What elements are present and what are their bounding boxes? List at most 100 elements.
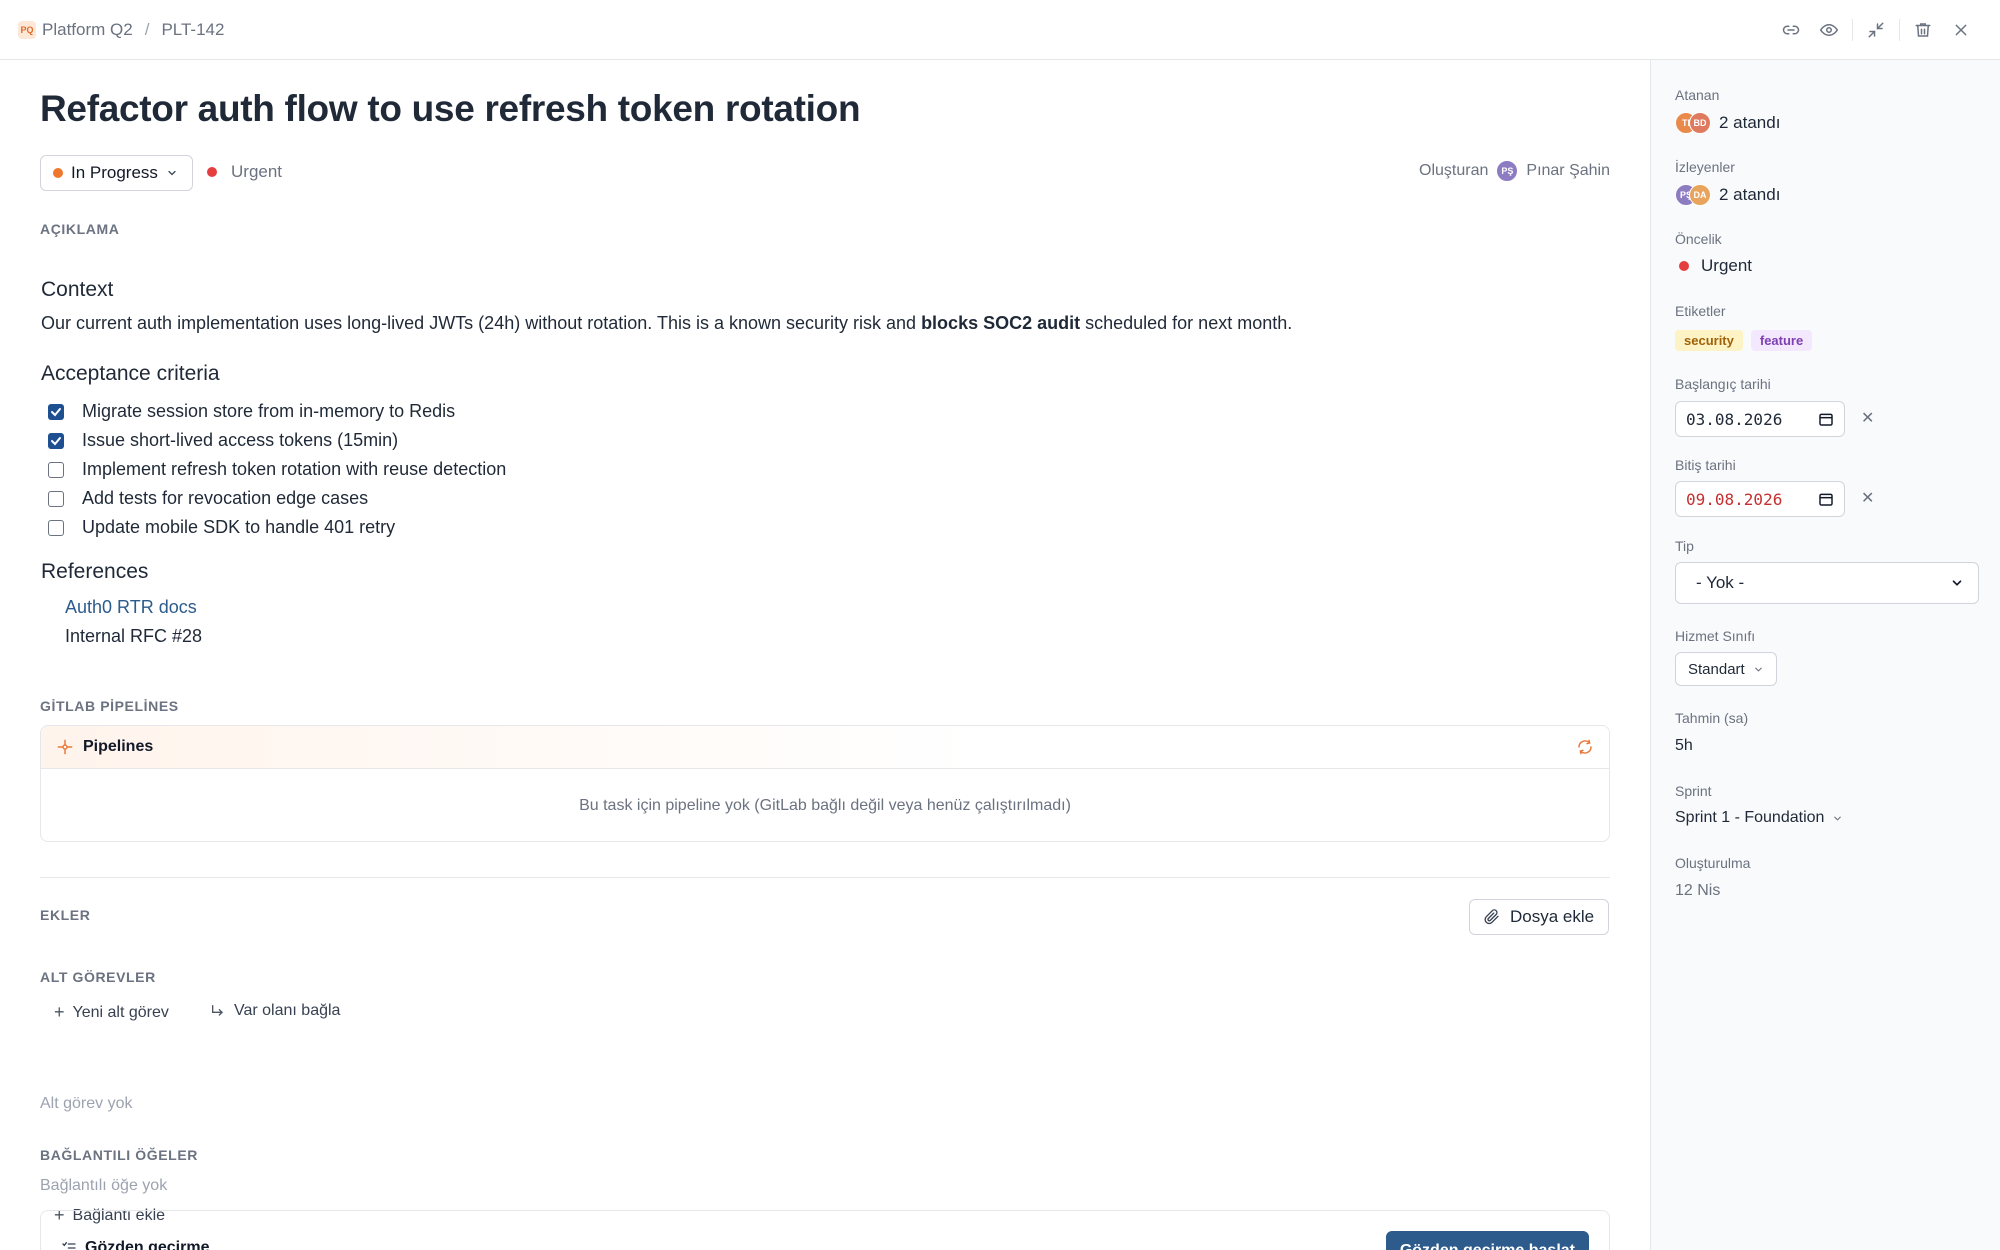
subtasks-section-label: ALT GÖREVLER: [40, 969, 156, 985]
description-section-label: AÇIKLAMA: [40, 221, 120, 237]
top-bar: PQ Platform Q2 / PLT-142: [0, 0, 2000, 60]
issue-title[interactable]: Refactor auth flow to use refresh token …: [40, 88, 861, 130]
creator-avatar: PŞ: [1496, 160, 1519, 182]
label-tag[interactable]: security: [1675, 330, 1743, 351]
copy-link-icon[interactable]: [1772, 11, 1810, 49]
paperclip-icon: [1484, 909, 1499, 925]
checkbox-checked-icon[interactable]: [48, 403, 64, 420]
breadcrumb-project[interactable]: Platform Q2: [42, 20, 133, 40]
start-date-label: Başlangıç tarihi: [1675, 376, 1771, 392]
clear-end-date-icon[interactable]: ✕: [1861, 488, 1874, 508]
pipelines-title: Pipelines: [83, 738, 154, 755]
top-actions: [1772, 0, 1980, 60]
link-existing-button[interactable]: Var olanı bağla: [210, 1002, 340, 1020]
minimize-icon[interactable]: [1857, 11, 1895, 49]
checkbox-checked-icon[interactable]: [48, 432, 64, 449]
pipelines-empty-message: Bu task için pipeline yok (GitLab bağlı …: [579, 796, 1071, 814]
context-paragraph[interactable]: Our current auth implementation uses lon…: [41, 313, 1292, 334]
estimate-value[interactable]: 5h: [1675, 737, 1693, 755]
status-dropdown[interactable]: In Progress: [40, 155, 193, 191]
checklist-item[interactable]: Update mobile SDK to handle 401 retry: [48, 513, 506, 542]
breadcrumb-issue-key[interactable]: PLT-142: [161, 20, 224, 40]
trash-icon[interactable]: [1904, 11, 1942, 49]
checklist-item[interactable]: Issue short-lived access tokens (15min): [48, 426, 506, 455]
clear-start-date-icon[interactable]: ✕: [1861, 408, 1874, 428]
watchers-label: İzleyenler: [1675, 159, 1735, 175]
checklist-item-text: Migrate session store from in-memory to …: [82, 401, 456, 421]
references-list: Auth0 RTR docs Internal RFC #28: [65, 593, 202, 651]
breadcrumb-separator: /: [144, 19, 150, 39]
reference-link[interactable]: Auth0 RTR docs: [65, 593, 202, 622]
type-select[interactable]: - Yok -: [1675, 562, 1979, 604]
chevron-down-icon: [168, 170, 176, 176]
status-label: In Progress: [71, 163, 158, 182]
labels-label: Etiketler: [1675, 303, 1726, 319]
divider: [40, 877, 1610, 878]
checkbox-unchecked-icon[interactable]: [48, 519, 64, 536]
end-date-input[interactable]: 09.08.2026: [1675, 481, 1845, 517]
new-subtask-label: Yeni alt görev: [72, 1003, 169, 1021]
review-title: Gözden geçirme: [85, 1239, 210, 1250]
checkbox-unchecked-icon[interactable]: [48, 490, 64, 507]
reference-item: Internal RFC #28: [65, 626, 203, 646]
review-header: Gözden geçirme: [61, 1239, 209, 1250]
linked-items-empty: Bağlantılı öğe yok: [40, 1177, 168, 1194]
start-review-button[interactable]: Gözden geçirme başlat: [1385, 1231, 1589, 1250]
checklist-item[interactable]: Migrate session store from in-memory to …: [48, 397, 506, 426]
context-heading: Context: [41, 278, 114, 301]
watcher-avatars: PŞ DA: [1675, 184, 1711, 206]
type-value: - Yok -: [1696, 573, 1745, 592]
refresh-icon[interactable]: [1577, 739, 1593, 755]
avatar: BD: [1689, 112, 1711, 134]
calendar-icon[interactable]: [1818, 411, 1834, 427]
type-label: Tip: [1675, 538, 1694, 554]
priority-inline-label: Urgent: [231, 162, 283, 181]
toolbar-divider: [1899, 19, 1900, 41]
checklist-item-text: Add tests for revocation edge cases: [82, 488, 369, 508]
context-text-2: scheduled for next month.: [1080, 313, 1293, 333]
start-date-value: 03.08.2026: [1686, 409, 1783, 429]
assignee-value: 2 atandı: [1719, 113, 1781, 132]
review-panel: Gözden geçirme Gözden geçirme başlat: [40, 1210, 1610, 1250]
close-icon[interactable]: [1942, 11, 1980, 49]
priority-label: Öncelik: [1675, 231, 1722, 247]
checkbox-unchecked-icon[interactable]: [48, 461, 64, 478]
issue-main-panel: Refactor auth flow to use refresh token …: [0, 60, 1650, 1250]
sprint-value: Sprint 1 - Foundation: [1675, 809, 1825, 826]
chevron-down-icon: [1952, 580, 1962, 586]
sprint-dropdown[interactable]: Sprint 1 - Foundation: [1675, 809, 1843, 827]
issue-properties-sidebar: Atanan TI BD 2 atandı İzleyenler PŞ DA 2 a…: [1650, 60, 2000, 1250]
avatar: DA: [1689, 184, 1711, 206]
checklist-item[interactable]: Implement refresh token rotation with re…: [48, 455, 506, 484]
new-subtask-button[interactable]: + Yeni alt görev: [54, 1002, 169, 1023]
service-class-dropdown[interactable]: Standart: [1675, 652, 1777, 686]
subtasks-empty: Alt görev yok: [40, 1095, 133, 1112]
references-heading: References: [41, 560, 149, 583]
link-existing-label: Var olanı bağla: [234, 1002, 341, 1019]
checklist-item-text: Update mobile SDK to handle 401 retry: [82, 517, 396, 537]
calendar-icon[interactable]: [1818, 491, 1834, 507]
sprint-label: Sprint: [1675, 783, 1712, 799]
priority-dot-icon: [1679, 261, 1689, 271]
priority-field[interactable]: Urgent: [1679, 256, 1752, 276]
assignee-field[interactable]: TI BD 2 atandı: [1675, 112, 1780, 134]
gitlab-pipeline-icon: [57, 739, 73, 755]
status-dot-icon: [53, 168, 63, 178]
checklist-item-text: Issue short-lived access tokens (15min): [82, 430, 399, 450]
pipelines-header: Pipelines: [41, 726, 1609, 769]
watchers-field[interactable]: PŞ DA 2 atandı: [1675, 184, 1780, 206]
checklist-item[interactable]: Add tests for revocation edge cases: [48, 484, 506, 513]
watch-eye-icon[interactable]: [1810, 11, 1848, 49]
priority-inline[interactable]: Urgent: [207, 162, 282, 182]
end-date-label: Bitiş tarihi: [1675, 457, 1736, 473]
project-badge: PQ: [18, 20, 36, 39]
start-date-input[interactable]: 03.08.2026: [1675, 401, 1845, 437]
priority-value: Urgent: [1701, 256, 1753, 275]
labels-field[interactable]: security feature: [1675, 330, 1813, 351]
plus-icon: +: [54, 1002, 65, 1022]
toolbar-divider: [1852, 19, 1853, 41]
chevron-down-icon: [1834, 816, 1842, 821]
label-tag[interactable]: feature: [1750, 330, 1813, 351]
add-file-button[interactable]: Dosya ekle: [1469, 899, 1610, 935]
attachments-section-label: EKLER: [40, 907, 91, 923]
